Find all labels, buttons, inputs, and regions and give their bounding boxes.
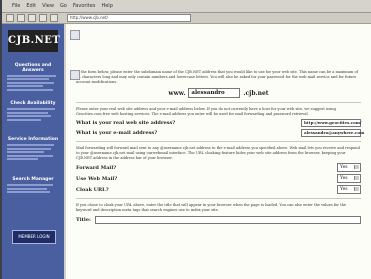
sidebar-section-title: Questions and Answers <box>14 63 52 73</box>
menu-file[interactable]: File <box>12 3 20 9</box>
web-site-input[interactable]: http://www.geocities.com/ <box>301 119 361 127</box>
sidebar-section-title: Check Availability <box>10 101 56 106</box>
email-instructions: Please enter your real web site address … <box>76 107 336 116</box>
home-icon[interactable] <box>50 14 58 22</box>
menu-go[interactable]: Go <box>60 3 67 9</box>
divider <box>76 102 361 103</box>
sidebar-section-faq[interactable]: Questions and Answers <box>7 63 59 93</box>
page-icon <box>70 30 80 40</box>
back-icon[interactable] <box>6 14 14 22</box>
web-site-label: What is your real web site address? <box>76 120 176 126</box>
meta-text: If you chose to cloak your URL above, en… <box>76 203 347 212</box>
page-icon <box>70 70 80 80</box>
title-label: Title: <box>76 217 91 223</box>
sidebar-section-title: Search Manager <box>12 177 54 182</box>
email-label: What is your e-mail address? <box>76 130 158 136</box>
email-row: What is your e-mail address? alessandro@… <box>76 129 364 137</box>
sidebar-section-service[interactable]: Service Information <box>7 137 59 162</box>
domain-row: www. alessandro .cjb.net <box>76 88 361 98</box>
web-mail-row: Use Web Mail? Yes <box>76 174 361 183</box>
sidebar-section-title: Service Information <box>7 137 59 142</box>
title-input[interactable] <box>94 216 361 224</box>
web-mail-select[interactable]: Yes <box>337 174 361 183</box>
stop-icon[interactable] <box>28 14 36 22</box>
address-bar[interactable]: http://www.cjb.net/ <box>67 14 191 22</box>
cloak-url-select[interactable]: Yes <box>337 185 361 194</box>
intro-text: In the form below, please enter the subd… <box>76 70 359 84</box>
web-site-row: What is your real web site address? http… <box>76 119 361 127</box>
forward-mail-select[interactable]: Yes <box>337 163 361 172</box>
title-row: Title: <box>76 216 361 224</box>
menu-help[interactable]: Help <box>101 3 112 9</box>
member-login-button[interactable]: MEMBER LOGIN <box>12 230 56 244</box>
sidebar-section-availability[interactable]: Check Availability <box>7 101 59 122</box>
sidebar-section-search[interactable]: Search Manager <box>7 177 59 195</box>
cloak-url-label: Cloak URL? <box>76 186 109 193</box>
divider <box>76 198 361 199</box>
menu-favorites[interactable]: Favorites <box>73 3 96 9</box>
toolbar: http://www.cjb.net/ <box>2 13 371 24</box>
menu-view[interactable]: View <box>42 3 54 9</box>
sidebar: CJB.NET Questions and Answers Check Avai… <box>2 24 64 279</box>
menu-edit[interactable]: Edit <box>26 3 36 9</box>
cloak-url-row: Cloak URL? Yes <box>76 185 361 194</box>
site-logo[interactable]: CJB.NET <box>8 30 60 52</box>
email-input[interactable]: alessandro@anywhere.com <box>301 129 364 137</box>
refresh-icon[interactable] <box>39 14 47 22</box>
forward-icon[interactable] <box>17 14 25 22</box>
domain-suffix: .cjb.net <box>243 89 269 97</box>
subdomain-input[interactable]: alessandro <box>188 88 241 98</box>
domain-prefix: www. <box>168 89 186 97</box>
browser-window: File Edit View Go Favorites Help http://… <box>2 0 371 279</box>
forward-mail-row: Forward Mail? Yes <box>76 163 361 172</box>
options-text: Mail forwarding will forward mail sent t… <box>76 146 360 160</box>
main-content: In the form below, please enter the subd… <box>66 24 371 279</box>
web-mail-label: Use Web Mail? <box>76 175 118 182</box>
menu-bar: File Edit View Go Favorites Help <box>2 0 371 13</box>
divider <box>76 141 361 142</box>
forward-mail-label: Forward Mail? <box>76 164 117 171</box>
